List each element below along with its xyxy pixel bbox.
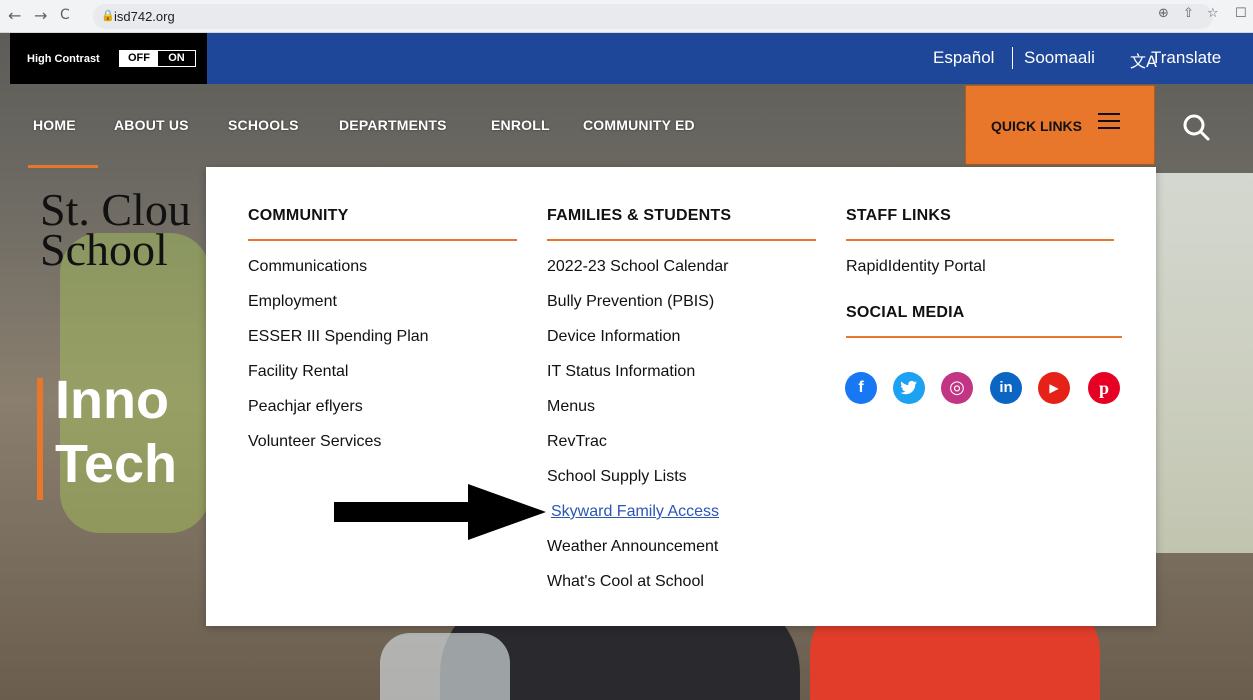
staff-links-rule — [846, 239, 1114, 241]
hero-tagline-line2: Tech — [55, 434, 178, 494]
link-volunteer-services[interactable]: Volunteer Services — [248, 433, 381, 451]
link-it-status-information[interactable]: IT Status Information — [547, 363, 695, 381]
link-school-supply-lists[interactable]: School Supply Lists — [547, 468, 687, 486]
high-contrast-panel: High Contrast OFF ON — [10, 33, 207, 84]
youtube-icon[interactable]: ▶ — [1038, 372, 1070, 404]
hero-title: St. Clou School — [40, 187, 191, 275]
linkedin-icon[interactable]: in — [990, 372, 1022, 404]
nav-about-us[interactable]: ABOUT US — [114, 117, 189, 133]
staff-links-heading: STAFF LINKS — [846, 207, 952, 224]
utility-bar: High Contrast OFF ON Español Soomaali 文A… — [10, 33, 1253, 84]
address-bar[interactable]: 🔒 isd742.org — [93, 4, 1213, 29]
window-icon[interactable]: ☐ — [1235, 6, 1247, 21]
link-menus[interactable]: Menus — [547, 398, 595, 416]
community-heading: COMMUNITY — [248, 207, 349, 224]
nav-community-ed[interactable]: COMMUNITY ED — [583, 117, 695, 133]
hamburger-menu-icon — [1098, 113, 1120, 131]
back-arrow-icon[interactable]: ← — [8, 6, 21, 25]
nav-schools[interactable]: SCHOOLS — [228, 117, 299, 133]
search-icon[interactable] — [1181, 112, 1211, 142]
language-espanol-link[interactable]: Español — [933, 48, 994, 68]
link-bully-prevention[interactable]: Bully Prevention (PBIS) — [547, 293, 714, 311]
high-contrast-on[interactable]: ON — [158, 51, 195, 66]
instagram-icon[interactable]: ◎ — [941, 372, 973, 404]
link-weather-announcement[interactable]: Weather Announcement — [547, 538, 718, 556]
link-whats-cool-at-school[interactable]: What's Cool at School — [547, 573, 704, 591]
language-divider — [1012, 47, 1013, 69]
zoom-icon[interactable]: ⊕ — [1158, 6, 1169, 21]
twitter-icon[interactable] — [893, 372, 925, 404]
high-contrast-label: High Contrast — [27, 53, 100, 65]
arrow-annotation-head-icon — [468, 484, 546, 540]
url-text[interactable]: isd742.org — [114, 9, 175, 24]
link-peachjar-eflyers[interactable]: Peachjar eflyers — [248, 398, 363, 416]
browser-toolbar: ← → C 🔒 isd742.org ⊕ ⇧ ☆ ☐ — [0, 0, 1253, 33]
quick-links-label: QUICK LINKS — [991, 118, 1082, 134]
families-heading: FAMILIES & STUDENTS — [547, 207, 732, 224]
share-icon[interactable]: ⇧ — [1183, 6, 1194, 21]
language-soomaali-link[interactable]: Soomaali — [1024, 48, 1095, 68]
link-device-information[interactable]: Device Information — [547, 328, 680, 346]
hero-title-line2: School — [40, 224, 168, 275]
bookmark-star-icon[interactable]: ☆ — [1207, 6, 1219, 21]
facebook-icon[interactable]: f — [845, 372, 877, 404]
lock-icon: 🔒 — [101, 9, 115, 22]
families-rule — [547, 239, 816, 241]
reload-icon[interactable]: C — [60, 7, 70, 23]
hero-accent-bar — [37, 378, 43, 500]
hero-tagline-line1: Inno — [55, 370, 169, 430]
link-communications[interactable]: Communications — [248, 258, 367, 276]
hero-object-light — [380, 633, 510, 700]
nav-departments[interactable]: DEPARTMENTS — [339, 117, 447, 133]
arrow-annotation-shaft — [334, 502, 474, 522]
hero-tagline: Inno Tech — [55, 368, 177, 496]
link-revtrac[interactable]: RevTrac — [547, 433, 607, 451]
nav-home-underline — [28, 165, 98, 168]
high-contrast-toggle[interactable]: OFF ON — [119, 50, 196, 67]
forward-arrow-icon[interactable]: → — [34, 6, 47, 25]
translate-link[interactable]: Translate — [1151, 48, 1221, 68]
link-esser-iii-spending-plan[interactable]: ESSER III Spending Plan — [248, 328, 429, 346]
link-school-calendar[interactable]: 2022-23 School Calendar — [547, 258, 728, 276]
link-employment[interactable]: Employment — [248, 293, 337, 311]
community-rule — [248, 239, 517, 241]
link-facility-rental[interactable]: Facility Rental — [248, 363, 348, 381]
high-contrast-off[interactable]: OFF — [120, 51, 158, 66]
link-rapididentity-portal[interactable]: RapidIdentity Portal — [846, 258, 986, 276]
pinterest-icon[interactable]: p — [1088, 372, 1120, 404]
link-skyward-family-access[interactable]: Skyward Family Access — [551, 503, 719, 521]
nav-home[interactable]: HOME — [33, 117, 76, 133]
quick-links-button[interactable]: QUICK LINKS — [965, 85, 1155, 165]
nav-enroll[interactable]: ENROLL — [491, 117, 550, 133]
social-media-rule — [846, 336, 1122, 338]
social-media-heading: SOCIAL MEDIA — [846, 304, 965, 321]
